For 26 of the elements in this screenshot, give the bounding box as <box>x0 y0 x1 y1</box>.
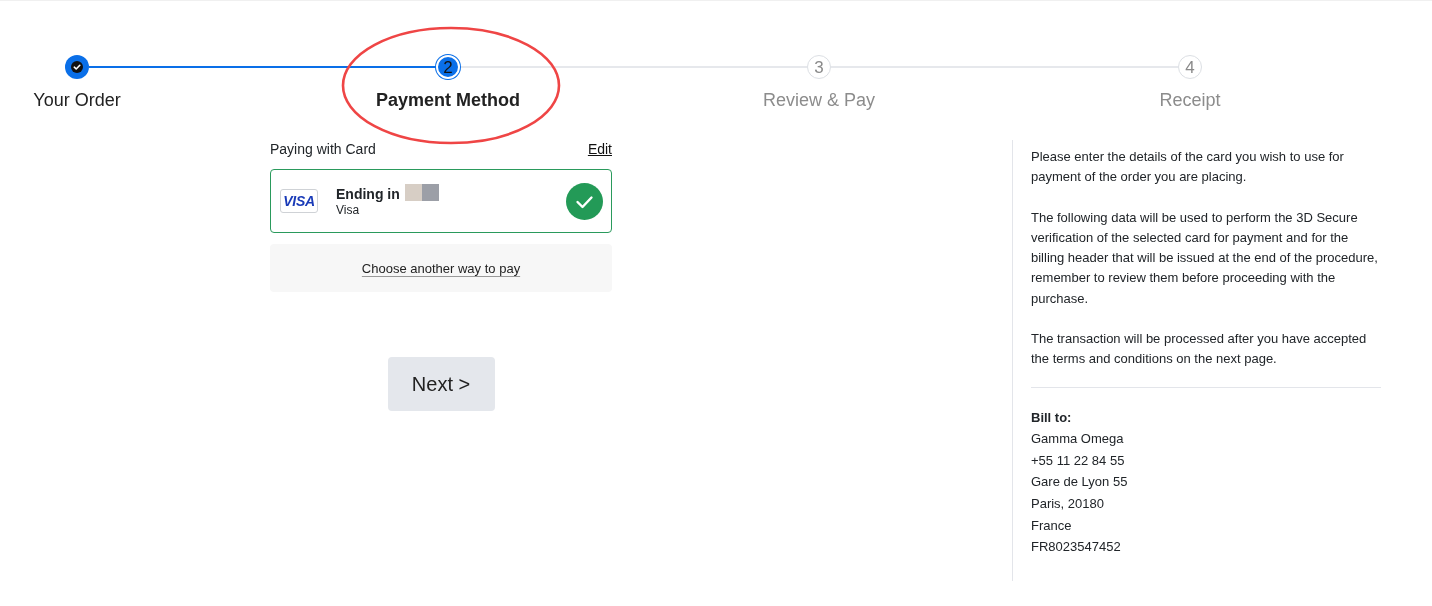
step-label: Receipt <box>1159 89 1221 111</box>
step-label: Your Order <box>33 89 121 111</box>
info-paragraph: The following data will be used to perform the 3D Secure verification of the selected card for payment and for the billing header that will be issued at the end of the procedure, remember to review them before proceeding with the purchase. <box>1031 208 1379 308</box>
step-indicator: 4 <box>1178 55 1202 79</box>
step-indicator: 2 <box>436 55 460 79</box>
choose-another-way-link[interactable]: Choose another way to pay <box>361 260 521 276</box>
info-paragraph: Please enter the details of the card you wish to use for payment of the order you are placing. <box>1031 148 1345 187</box>
billing-detail: Gamma Omega <box>1031 430 1125 449</box>
card-brand-name: Visa <box>336 202 361 217</box>
billing-detail: Gare de Lyon 55 <box>1031 473 1129 492</box>
next-button[interactable]: Next > <box>387 357 495 411</box>
card-ending-label: Ending in <box>336 184 400 203</box>
edit-link[interactable]: Edit <box>587 140 612 158</box>
billing-detail: FR8023547452 <box>1031 538 1122 557</box>
info-paragraph: The transaction will be processed after you have accepted the terms and conditions on the next page. <box>1031 330 1368 369</box>
billing-detail: France <box>1031 516 1073 535</box>
card-brand-logo: VISA <box>280 189 318 213</box>
check-circle-icon <box>71 61 83 73</box>
billing-detail: Paris, 20180 <box>1031 495 1105 514</box>
selected-card[interactable]: VISA Ending in Visa <box>270 169 612 233</box>
bill-to-heading: Bill to: <box>1031 408 1073 427</box>
step-label: Payment Method <box>376 89 520 111</box>
step-indicator: 3 <box>807 55 831 79</box>
billing-detail: +55 11 22 84 55 <box>1031 451 1126 470</box>
step-label: Review & Pay <box>763 89 876 111</box>
paying-with-card-label: Paying with Card <box>270 140 376 158</box>
